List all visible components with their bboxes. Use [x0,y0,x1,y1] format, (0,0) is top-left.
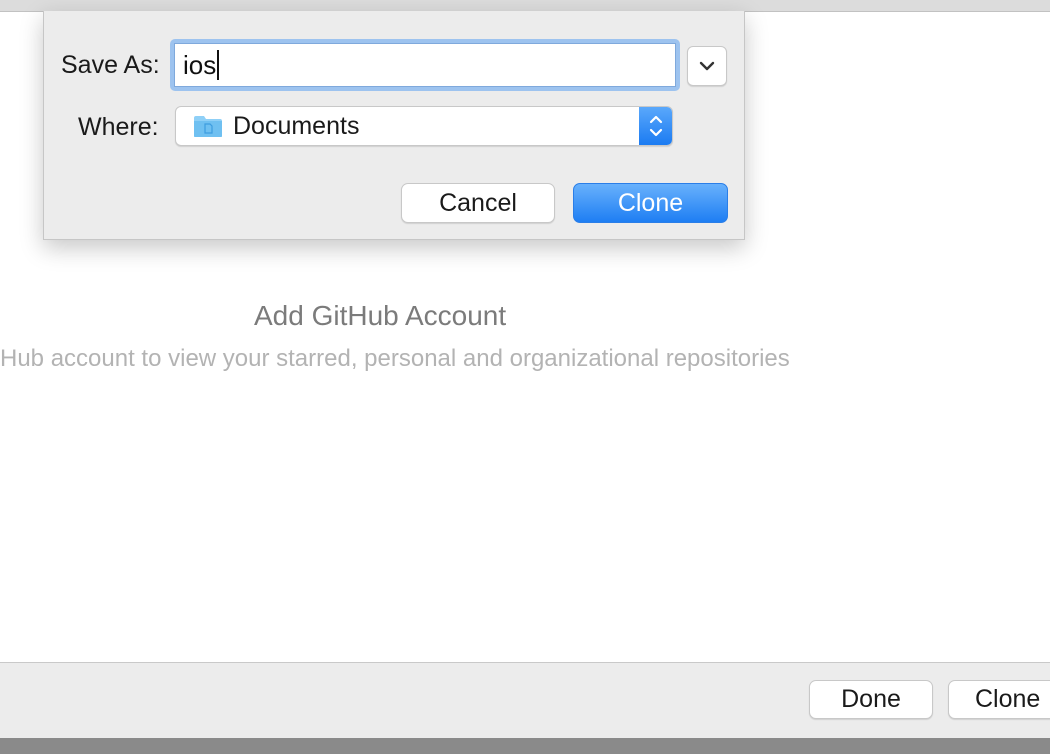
where-label: Where: [78,113,159,141]
folder-icon [194,116,222,137]
done-button[interactable]: Done [809,680,933,719]
save-sheet: Save As: ios Where: Documents Cancel Clo… [43,11,745,240]
where-popup-button[interactable]: Documents [175,106,673,146]
app-window: Add GitHub Account Hub account to view y… [0,0,1050,754]
footer-edge [0,738,1050,754]
chevron-down-icon [699,61,715,71]
footer-clone-button[interactable]: Clone [948,680,1050,719]
up-down-stepper-icon [649,115,662,137]
save-as-value: ios [183,49,217,80]
location-stepper[interactable] [639,107,672,145]
clone-button[interactable]: Clone [573,183,728,223]
cancel-button[interactable]: Cancel [401,183,555,223]
add-github-account-title: Add GitHub Account [254,300,507,331]
save-as-focus-ring: ios [170,39,680,91]
save-as-label: Save As: [61,51,160,79]
text-caret [217,50,220,80]
add-github-account-subtitle: Hub account to view your starred, person… [0,345,790,372]
where-value: Documents [233,112,360,140]
expand-sheet-button[interactable] [687,46,727,86]
save-as-input[interactable]: ios [174,43,676,87]
